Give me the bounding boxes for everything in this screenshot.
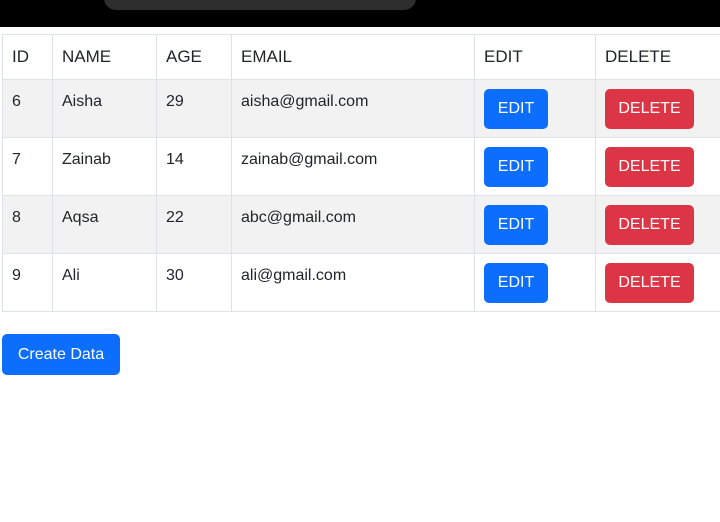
- cell-delete: DELETE: [595, 195, 720, 254]
- cell-edit: EDIT: [474, 195, 596, 254]
- edit-button[interactable]: EDIT: [484, 89, 548, 129]
- cell-id: 6: [2, 79, 53, 138]
- header-name: NAME: [52, 34, 157, 80]
- cell-name: Zainab: [52, 137, 157, 196]
- cell-edit: EDIT: [474, 79, 596, 138]
- header-delete: DELETE: [595, 34, 720, 80]
- cell-email: zainab@gmail.com: [231, 137, 475, 196]
- camera-notch: [104, 0, 416, 10]
- users-table-container: ID NAME AGE EMAIL EDIT DELETE 6 Aisha 29…: [2, 34, 720, 312]
- cell-name: Ali: [52, 253, 157, 312]
- edit-button[interactable]: EDIT: [484, 147, 548, 187]
- table-row: 8 Aqsa 22 abc@gmail.com EDIT DELETE: [2, 195, 720, 254]
- create-data-button[interactable]: Create Data: [2, 334, 120, 375]
- cell-age: 29: [156, 79, 232, 138]
- cell-name: Aqsa: [52, 195, 157, 254]
- header-age: AGE: [156, 34, 232, 80]
- table-row: 6 Aisha 29 aisha@gmail.com EDIT DELETE: [2, 79, 720, 138]
- cell-edit: EDIT: [474, 137, 596, 196]
- users-table: ID NAME AGE EMAIL EDIT DELETE 6 Aisha 29…: [2, 34, 720, 312]
- cell-age: 14: [156, 137, 232, 196]
- header-edit: EDIT: [474, 34, 596, 80]
- cell-delete: DELETE: [595, 253, 720, 312]
- table-row: 9 Ali 30 ali@gmail.com EDIT DELETE: [2, 253, 720, 312]
- table-row: 7 Zainab 14 zainab@gmail.com EDIT DELETE: [2, 137, 720, 196]
- cell-edit: EDIT: [474, 253, 596, 312]
- delete-button[interactable]: DELETE: [605, 263, 694, 303]
- status-bar: [0, 0, 720, 27]
- delete-button[interactable]: DELETE: [605, 89, 694, 129]
- edit-button[interactable]: EDIT: [484, 205, 548, 245]
- cell-id: 8: [2, 195, 53, 254]
- cell-age: 30: [156, 253, 232, 312]
- header-email: EMAIL: [231, 34, 475, 80]
- cell-email: aisha@gmail.com: [231, 79, 475, 138]
- cell-age: 22: [156, 195, 232, 254]
- delete-button[interactable]: DELETE: [605, 147, 694, 187]
- cell-name: Aisha: [52, 79, 157, 138]
- cell-id: 7: [2, 137, 53, 196]
- cell-email: ali@gmail.com: [231, 253, 475, 312]
- table-header-row: ID NAME AGE EMAIL EDIT DELETE: [2, 34, 720, 80]
- delete-button[interactable]: DELETE: [605, 205, 694, 245]
- header-id: ID: [2, 34, 53, 80]
- cell-id: 9: [2, 253, 53, 312]
- cell-email: abc@gmail.com: [231, 195, 475, 254]
- cell-delete: DELETE: [595, 79, 720, 138]
- cell-delete: DELETE: [595, 137, 720, 196]
- edit-button[interactable]: EDIT: [484, 263, 548, 303]
